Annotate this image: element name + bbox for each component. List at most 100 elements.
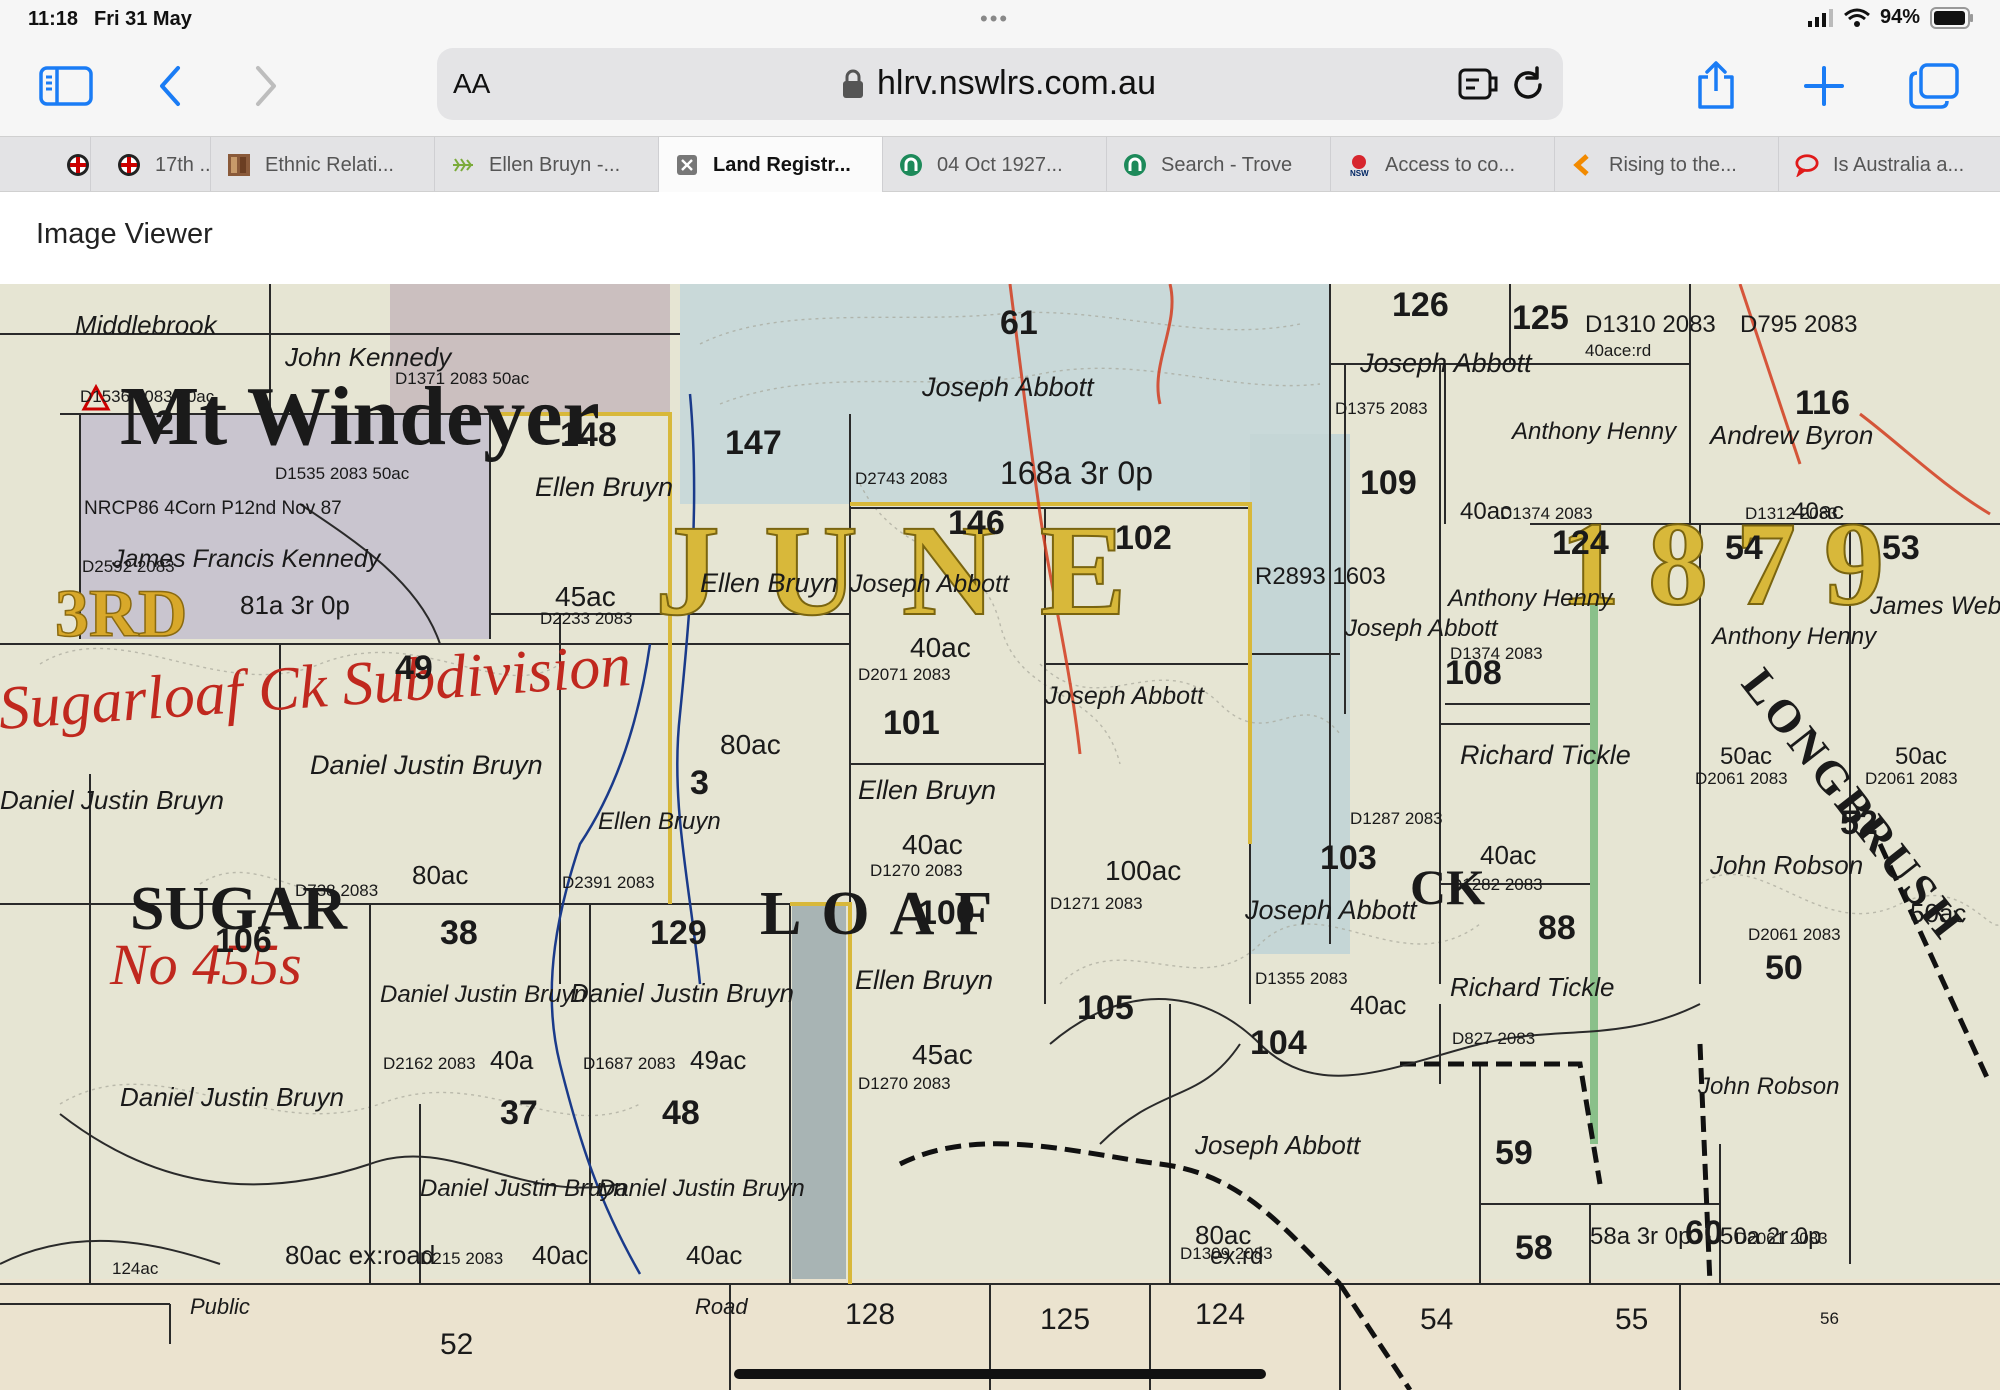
lot-num: 48 — [662, 1094, 700, 1132]
nsw-waratah-icon: NSW — [1347, 153, 1371, 177]
tab-1[interactable] — [36, 137, 91, 193]
lot-num: 106 — [215, 922, 272, 960]
lot-owner: John Robson — [1709, 850, 1863, 880]
chevron-left-icon — [160, 66, 180, 106]
address-bar[interactable]: AA hlrv.nswlrs.com.au — [437, 48, 1563, 120]
lot-ref: D2061 2083 — [1865, 769, 1958, 788]
lot-owner: Ellen Bruyn — [535, 472, 673, 502]
lot-ref: D2071 2083 — [858, 665, 951, 684]
lot-num: 50 — [1765, 949, 1803, 987]
lot-area: 40ac — [910, 632, 971, 663]
lot-num: 61 — [1000, 304, 1038, 342]
lot-area: 50ac — [1910, 898, 1966, 928]
back-button[interactable] — [140, 58, 200, 114]
status-indicators: 94% — [1807, 6, 1974, 29]
map-text: D1371 2083 50ac — [395, 369, 530, 388]
tab-label: Search - Trove — [1161, 153, 1293, 176]
url-host: hlrv.nswlrs.com.au — [877, 64, 1156, 102]
lot-num: 126 — [1392, 286, 1449, 324]
map-text: 80ac ex:road — [285, 1240, 435, 1270]
lot-ref: D215 2083 — [420, 1249, 503, 1268]
tab-10[interactable]: Is Australia a... — [1779, 137, 2000, 193]
lot-ref: D1374 2083 — [1500, 504, 1593, 523]
reload-icon[interactable] — [1509, 66, 1547, 104]
new-tab-button[interactable] — [1794, 58, 1854, 114]
lot-ref: D1355 2083 — [1255, 969, 1348, 988]
lot-owner: Daniel Justin Bruyn — [598, 1175, 805, 1202]
battery-percent: 94% — [1879, 6, 1920, 28]
lot-owner: Anthony Henny — [1510, 418, 1678, 445]
lot-area: 45ac — [912, 1039, 973, 1070]
lot-area: 40ac — [1350, 990, 1406, 1020]
lot-area: 81a 3r 0p — [240, 590, 350, 620]
lot-area: 50ac — [1895, 743, 1947, 770]
page-title: Image Viewer — [36, 218, 213, 250]
lock-icon — [843, 69, 863, 98]
parish-map-image[interactable]: Mt Windeyer 3RD JUNE 1879 SUGAR LOAF No … — [0, 284, 2000, 1390]
lot-ref: D1270 2083 — [870, 861, 963, 880]
tab-7[interactable]: Search - Trove — [1107, 137, 1331, 193]
battery-icon — [1930, 6, 1973, 29]
tab-overview-button[interactable] — [1904, 58, 1964, 114]
tab-2[interactable]: 17th ... — [91, 137, 211, 193]
map-text: Road — [695, 1294, 748, 1319]
map-text: 124 — [1195, 1298, 1245, 1331]
trove-icon — [1123, 153, 1147, 177]
lot-owner: Daniel Justin Bruyn — [420, 1175, 627, 1202]
tab-4[interactable]: Ellen Bruyn -... — [435, 137, 659, 193]
map-text: 125 — [1040, 1303, 1090, 1336]
lot-owner: Ellen Bruyn — [700, 568, 838, 598]
lot-ref: D1375 2083 — [1335, 399, 1428, 418]
tab-6[interactable]: 04 Oct 1927... — [883, 137, 1107, 193]
red-shield-icon — [66, 153, 90, 177]
lot-num: 3 — [690, 764, 709, 802]
lot-ref: D1271 2083 — [1050, 894, 1143, 913]
map-text: Middlebrook — [75, 310, 219, 340]
plus-icon — [1804, 66, 1844, 106]
lot-ref: D827 2083 — [1452, 1029, 1535, 1048]
sidebar-toggle-button[interactable] — [36, 58, 96, 114]
lot-area: 40ac — [686, 1240, 742, 1270]
lot-area: 40ac — [902, 829, 963, 860]
lot-num: 109 — [1360, 464, 1417, 502]
lot-ref: D1374 2083 — [1450, 644, 1543, 663]
multitasking-dots-icon[interactable]: ••• — [980, 6, 1009, 32]
trove-icon — [899, 153, 923, 177]
text-size-button[interactable]: AA — [453, 68, 490, 100]
book-thumbnail-icon — [227, 153, 251, 177]
lot-area: 58a 3r 0p — [1590, 1223, 1691, 1250]
lot-owner: Daniel Justin Bruyn — [570, 978, 794, 1008]
tab-3[interactable]: Ethnic Relati... — [211, 137, 435, 193]
tab-label: 17th ... — [155, 153, 211, 176]
lot-num: 58 — [1515, 1229, 1553, 1267]
reader-extension-icon[interactable] — [1457, 66, 1501, 102]
tab-8[interactable]: NSW Access to co... — [1331, 137, 1555, 193]
tab-9[interactable]: Rising to the... — [1555, 137, 1779, 193]
map-text: 55 — [1615, 1303, 1648, 1336]
lot-owner: James Webber — [1869, 592, 2000, 620]
lot-area: 80ac — [720, 729, 781, 760]
forward-button[interactable] — [236, 58, 296, 114]
lot-owner: Joseph Abbott — [1194, 1130, 1362, 1160]
lot-num: 102 — [1115, 519, 1172, 557]
lot-owner: Anthony Henny — [1446, 585, 1614, 612]
lot-owner: Ellen Bruyn — [858, 775, 996, 805]
tab-5-active[interactable]: Land Registr... — [659, 137, 883, 193]
lot-num: 100 — [918, 894, 975, 932]
lot-owner: Ellen Bruyn — [855, 965, 993, 995]
chevron-right-icon — [256, 66, 276, 106]
label-3rd: 3RD — [55, 575, 187, 651]
lot-num: 125 — [1512, 299, 1569, 337]
close-tab-icon[interactable] — [675, 153, 699, 177]
share-button[interactable] — [1686, 58, 1746, 114]
lot-ref: D1312 2083 — [1745, 504, 1838, 523]
map-text: D1535 2083 50ac — [275, 464, 410, 483]
lot-num: 2 — [155, 404, 174, 442]
lot-ref: D1687 2083 — [583, 1054, 676, 1073]
lot-num: 105 — [1077, 989, 1134, 1027]
home-indicator[interactable] — [734, 1369, 1266, 1379]
lot-num: 104 — [1250, 1024, 1307, 1062]
lot-owner: Daniel Justin Bruyn — [380, 981, 587, 1008]
lot-ref: D2391 2083 — [562, 873, 655, 892]
lot-owner: Joseph Abbott — [921, 372, 1095, 402]
